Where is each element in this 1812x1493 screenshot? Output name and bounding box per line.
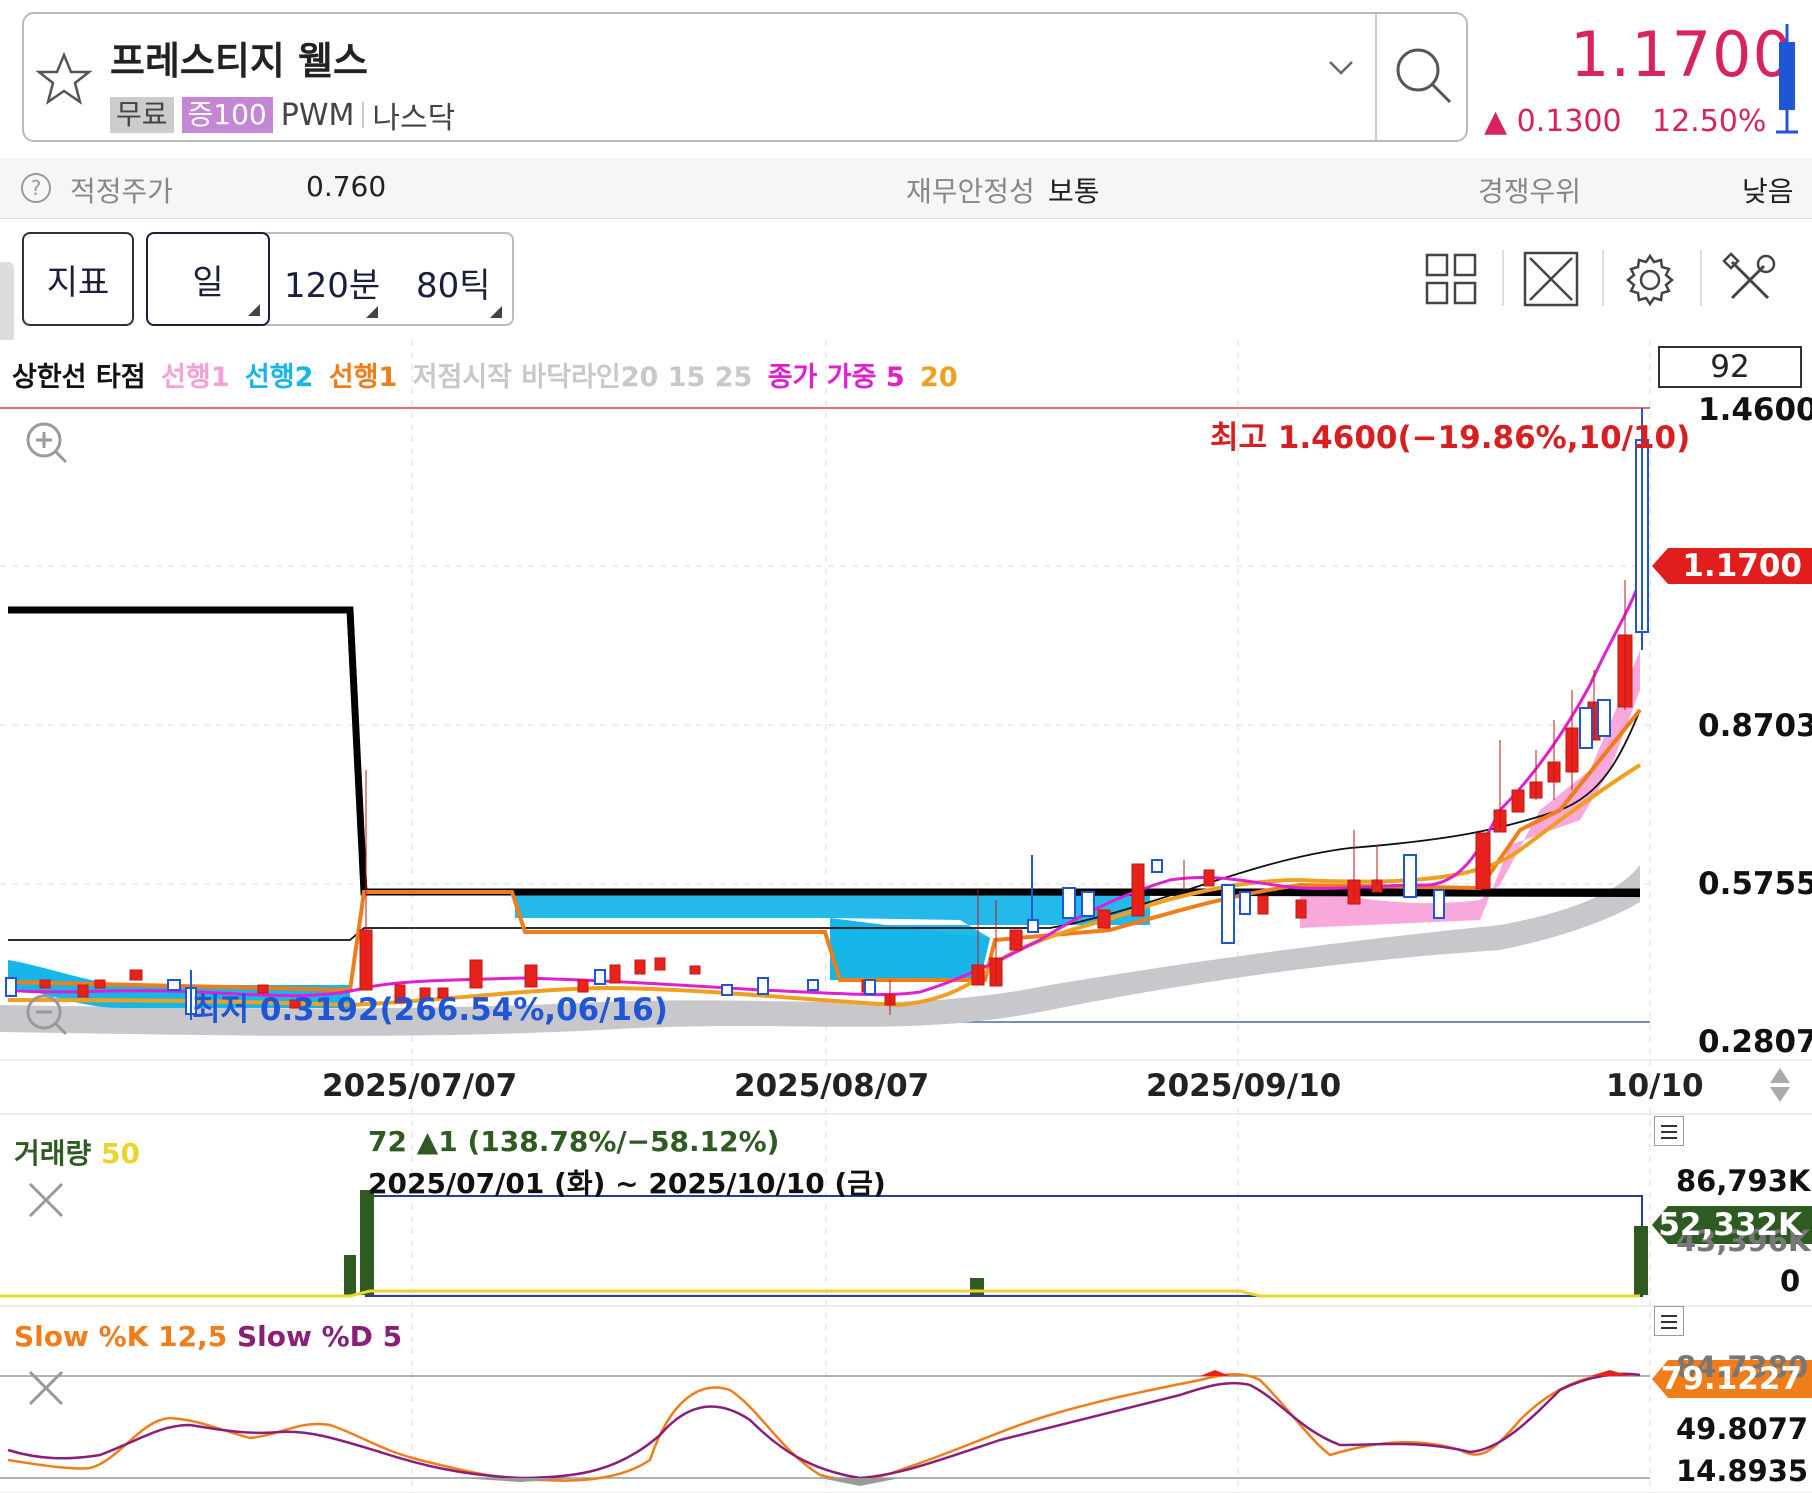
volume-current-tag: 52,332K	[1658, 1207, 1802, 1243]
price-change-pct: 12.50%	[1652, 104, 1767, 139]
volume-panel	[0, 1190, 1812, 1298]
x-label-2: 2025/08/07	[734, 1068, 930, 1104]
stochastic-panel	[0, 1360, 1812, 1486]
help-icon[interactable]: ?	[20, 172, 52, 204]
stock-name: 프레스티지 웰스	[110, 39, 368, 83]
y-label-3: 0.5755	[1698, 866, 1812, 902]
stability-label: 재무안정성	[906, 175, 1035, 208]
y-label-bottom: 0.2807	[1698, 1024, 1812, 1060]
legend-upper-limit: 상한선 타점	[12, 362, 146, 393]
stochastic-menu-icon[interactable]	[1654, 1306, 1684, 1336]
volume-menu-icon[interactable]	[1654, 1116, 1684, 1146]
indicator-value-box: 92	[1658, 346, 1802, 388]
stoch-y-label-mid: 49.8077	[1676, 1412, 1809, 1446]
side-drawer-handle[interactable]	[0, 262, 14, 342]
low-annotation: 최저 0.3192(266.54%,06/16)	[192, 992, 668, 1028]
high-annotation: 최고 1.4600(−19.86%,10/10)	[1210, 420, 1691, 456]
free-badge: 무료	[110, 97, 174, 133]
period-120min-button[interactable]: 120분	[284, 258, 380, 307]
legend-ma20: 20	[920, 362, 958, 393]
y-label-2: 0.8703	[1698, 708, 1812, 744]
volume-info-line1: 72 ▲1 (138.78%/−58.12%)	[368, 1125, 779, 1158]
stoch-y-label-bottom: 14.8935	[1676, 1454, 1809, 1488]
fair-price-label: 적정주가	[70, 175, 174, 208]
current-price-tag: 1.1700	[1682, 548, 1802, 584]
volume-y-label-zero: 0	[1780, 1264, 1801, 1298]
grid-layout-icon[interactable]	[1424, 252, 1478, 306]
chevron-down-icon[interactable]	[1326, 58, 1356, 78]
competition-value: 낮음	[1742, 175, 1794, 208]
mini-candle-icon	[1776, 24, 1798, 134]
x-label-1: 2025/07/07	[322, 1068, 518, 1104]
stochastic-current-tag: 79.1227	[1660, 1361, 1802, 1397]
tools-icon[interactable]	[1722, 252, 1778, 308]
close-stochastic-icon[interactable]	[26, 1368, 66, 1408]
close-volume-icon[interactable]	[26, 1180, 66, 1220]
volume-ma-period: 50	[101, 1137, 140, 1170]
price-change: ▲ 0.1300	[1484, 104, 1622, 139]
current-price: 1.1700	[1570, 18, 1793, 91]
y-label-top: 1.4600	[1698, 392, 1812, 428]
stochastic-title: Slow %K 12,5 Slow %D 5	[14, 1320, 402, 1353]
legend-lead2: 선행2	[244, 362, 314, 393]
volume-info-text: 72 ▲1 (138.78%/−58.12%)	[368, 1125, 780, 1158]
favorite-star-icon[interactable]	[36, 52, 92, 106]
volume-date-range: 2025/07/01 (화) ~ 2025/10/10 (금)	[368, 1167, 886, 1200]
ticker: PWM	[280, 97, 355, 133]
competition-label: 경쟁우위	[1478, 175, 1582, 208]
x-label-4: 10/10	[1606, 1068, 1704, 1104]
search-icon[interactable]	[1392, 44, 1456, 108]
legend-floor-line: 저점시작 바닥라인20 15 25	[412, 362, 753, 393]
zoom-in-icon[interactable]	[12, 412, 76, 472]
margin-badge: 증100	[181, 97, 273, 133]
period-day-label: 일	[192, 262, 224, 303]
stock-badges: 무료 증100 PWM 나스닥	[110, 93, 455, 137]
indicator-legend: 상한선 타점 선행1 선행2 선행1 저점시작 바닥라인20 15 25 종가 …	[12, 355, 964, 394]
stoch-k-label: Slow %K 12,5	[14, 1320, 228, 1353]
fair-price-value: 0.760	[306, 170, 387, 203]
settings-gear-icon[interactable]	[1622, 252, 1678, 308]
stability-value: 보통	[1048, 175, 1100, 208]
legend-lead1: 선행1	[161, 362, 230, 393]
indicator-button[interactable]: 지표	[22, 232, 134, 326]
x-label-3: 2025/09/10	[1146, 1068, 1342, 1104]
period-80tick-button[interactable]: 80틱	[416, 258, 491, 307]
volume-title-text: 거래량	[14, 1137, 92, 1170]
legend-lead1-orange: 선행1	[328, 362, 398, 393]
volume-y-label-top: 86,793K	[1676, 1164, 1811, 1198]
svg-text:?: ?	[31, 176, 42, 200]
legend-close-weighted: 종가 가중 5	[767, 362, 905, 393]
volume-title: 거래량 50	[14, 1132, 140, 1172]
period-day-button[interactable]: 일	[146, 232, 270, 326]
exchange: 나스닥	[372, 101, 456, 136]
expand-icon[interactable]	[1522, 250, 1580, 308]
stoch-d-label: Slow %D 5	[236, 1320, 403, 1353]
